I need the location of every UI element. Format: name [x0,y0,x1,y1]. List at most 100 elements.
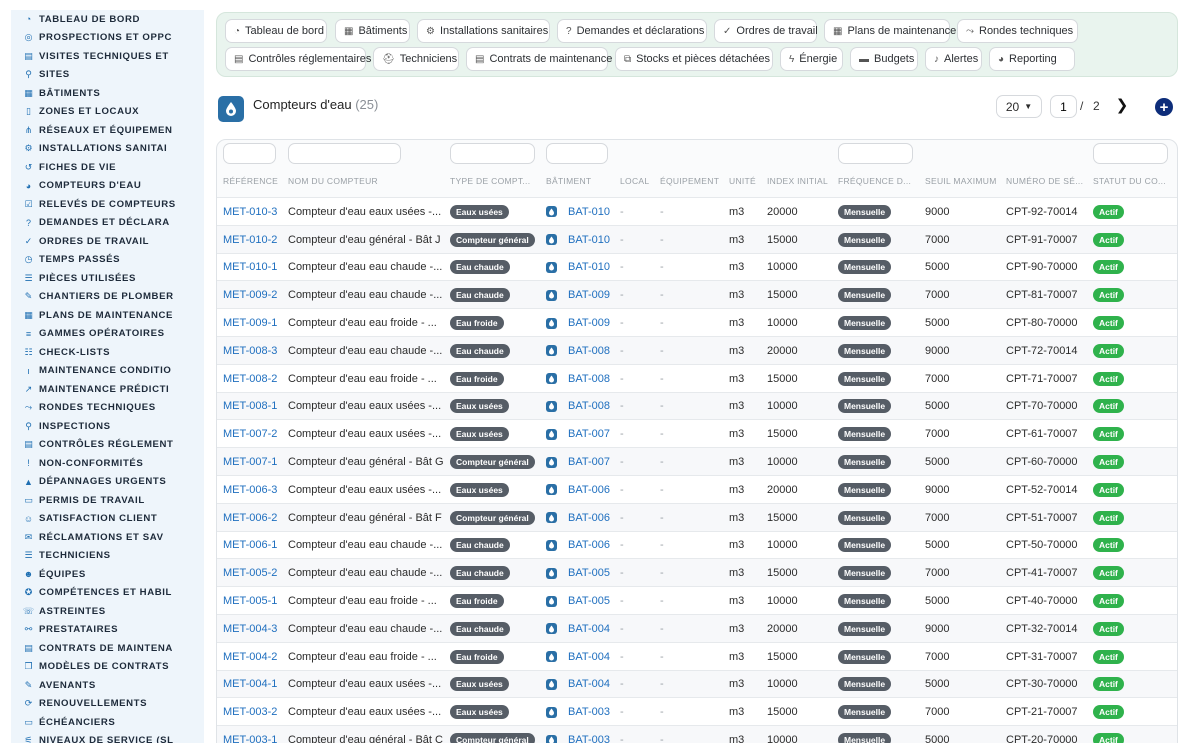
sidebar-item-32[interactable]: ☏ ASTREINTES [11,602,204,621]
column-header[interactable]: NOM DU COMPTEUR [288,176,438,186]
filter-reference[interactable] [223,143,276,164]
page-number-input[interactable] [1050,95,1077,118]
nav-row1-6[interactable]: ⤳ Rondes techniques [957,19,1078,43]
table-row[interactable]: MET-004-2 Compteur d'eau eau froide - ...… [217,641,1177,671]
sidebar-item-21[interactable]: ⤳ RONDES TECHNIQUES [11,399,204,418]
reference-link[interactable]: MET-004-1 [223,671,285,699]
table-row[interactable]: MET-008-2 Compteur d'eau eau froide - ...… [217,363,1177,393]
sidebar-item-10[interactable]: ☑ RELEVÉS DE COMPTEURS [11,195,204,214]
table-row[interactable]: MET-008-3 Compteur d'eau eau chaude -... E… [217,336,1177,365]
reference-link[interactable]: MET-008-2 [223,365,285,393]
table-row[interactable]: MET-005-1 Compteur d'eau eau froide - ...… [217,586,1177,615]
table-row[interactable]: MET-010-1 Compteur d'eau eau chaude -... E… [217,252,1177,281]
nav-row1-1[interactable]: ▦ Bâtiments [335,19,410,43]
sidebar-item-22[interactable]: ⚲ INSPECTIONS [11,417,204,436]
sidebar-item-5[interactable]: ▯ ZONES ET LOCAUX [11,103,204,122]
table-row[interactable]: MET-005-2 Compteur d'eau eau chaude -... E… [217,558,1177,587]
batiment-link[interactable]: BAT-005 [568,587,610,615]
filter-type[interactable] [450,143,535,164]
batiment-link[interactable]: BAT-007 [568,420,610,448]
table-row[interactable]: MET-007-1 Compteur d'eau général - Bât G C… [217,447,1177,476]
reference-link[interactable]: MET-009-1 [223,309,285,337]
add-button[interactable]: + [1155,98,1173,116]
sidebar-item-9[interactable]: ◕ COMPTEURS D'EAU [11,177,204,196]
table-row[interactable]: MET-008-1 Compteur d'eau eaux usées -... E… [217,391,1177,421]
table-row[interactable]: MET-004-1 Compteur d'eau eaux usées -... E… [217,669,1177,699]
next-page-button[interactable]: ❯ [1114,96,1130,114]
batiment-link[interactable]: BAT-009 [568,309,610,337]
sidebar-item-8[interactable]: ↺ FICHES DE VIE [11,158,204,177]
sidebar-item-26[interactable]: ▭ PERMIS DE TRAVAIL [11,491,204,510]
sidebar-item-31[interactable]: ✪ COMPÉTENCES ET HABIL [11,584,204,603]
batiment-link[interactable]: BAT-008 [568,393,610,421]
table-row[interactable]: MET-003-2 Compteur d'eau eaux usées -... E… [217,697,1177,726]
sidebar-item-3[interactable]: ⚲ SITES [11,66,204,85]
column-header[interactable]: LOCAL [620,176,655,186]
reference-link[interactable]: MET-003-1 [223,726,285,743]
sidebar-item-6[interactable]: ⋔ RÉSEAUX ET ÉQUIPEMEN [11,121,204,140]
table-row[interactable]: MET-006-1 Compteur d'eau eau chaude -... E… [217,530,1177,560]
nav-row2-4[interactable]: ϟ Énergie [780,47,843,71]
sidebar-item-20[interactable]: ↗ MAINTENANCE PRÉDICTI [11,380,204,399]
sidebar-item-14[interactable]: ☰ PIÈCES UTILISÉES [11,269,204,288]
sidebar-item-16[interactable]: ▦ PLANS DE MAINTENANCE [11,306,204,325]
reference-link[interactable]: MET-005-1 [223,587,285,615]
filter-statut[interactable] [1093,143,1168,164]
table-row[interactable]: MET-009-2 Compteur d'eau eau chaude -... E… [217,280,1177,309]
column-header[interactable]: NUMÉRO DE SÉ... [1006,176,1086,186]
table-row[interactable]: MET-010-3 Compteur d'eau eaux usées -... E… [217,197,1177,226]
sidebar-item-15[interactable]: ✎ CHANTIERS DE PLOMBER [11,288,204,307]
reference-link[interactable]: MET-007-2 [223,420,285,448]
sidebar-item-7[interactable]: ⚙ INSTALLATIONS SANITAI [11,140,204,159]
nav-row2-7[interactable]: ◕ Reporting [989,47,1075,71]
sidebar-item-30[interactable]: ☻ ÉQUIPES [11,565,204,584]
batiment-link[interactable]: BAT-007 [568,448,610,476]
batiment-link[interactable]: BAT-004 [568,643,610,671]
nav-row2-2[interactable]: ▤ Contrats de maintenance [466,47,612,71]
reference-link[interactable]: MET-004-2 [223,643,285,671]
table-row[interactable]: MET-009-1 Compteur d'eau eau froide - ...… [217,308,1177,337]
per-page-select[interactable]: 20 ▼ [996,95,1042,118]
batiment-link[interactable]: BAT-003 [568,726,610,743]
batiment-link[interactable]: BAT-008 [568,365,610,393]
column-header[interactable]: SEUIL MAXIMUM [925,176,1000,186]
reference-link[interactable]: MET-006-1 [223,532,285,560]
reference-link[interactable]: MET-006-3 [223,476,285,504]
table-row[interactable]: MET-003-1 Compteur d'eau général - Bât C C… [217,725,1177,743]
batiment-link[interactable]: BAT-006 [568,476,610,504]
column-header[interactable]: STATUT DU CO... [1093,176,1173,186]
sidebar-item-18[interactable]: ☷ CHECK-LISTS [11,343,204,362]
reference-link[interactable]: MET-004-3 [223,615,285,643]
sidebar-item-2[interactable]: ▤ VISITES TECHNIQUES ET [11,47,204,66]
filter-frequence[interactable] [838,143,913,164]
sidebar-item-12[interactable]: ✓ ORDRES DE TRAVAIL [11,232,204,251]
nav-row2-3[interactable]: ⧉ Stocks et pièces détachées [615,47,773,71]
filter-name[interactable] [288,143,401,164]
batiment-link[interactable]: BAT-006 [568,504,610,532]
reference-link[interactable]: MET-006-2 [223,504,285,532]
sidebar-item-4[interactable]: ▦ BÂTIMENTS [11,84,204,103]
sidebar-item-25[interactable]: ▲ DÉPANNAGES URGENTS [11,473,204,492]
nav-row2-6[interactable]: ♪ Alertes [925,47,982,71]
nav-row2-0[interactable]: ▤ Contrôles réglementaires [225,47,371,71]
batiment-link[interactable]: BAT-004 [568,671,610,699]
table-row[interactable]: MET-006-2 Compteur d'eau général - Bât F C… [217,502,1177,532]
sidebar-item-24[interactable]: ! NON-CONFORMITÉS [11,454,204,473]
reference-link[interactable]: MET-003-2 [223,698,285,726]
reference-link[interactable]: MET-005-2 [223,559,285,587]
batiment-link[interactable]: BAT-008 [568,337,610,365]
sidebar-item-17[interactable]: ≡ GAMMES OPÉRATOIRES [11,325,204,344]
sidebar-item-23[interactable]: ▤ CONTRÔLES RÉGLEMENT [11,436,204,455]
sidebar-item-1[interactable]: ◎ PROSPECTIONS ET OPPC [11,29,204,48]
nav-row2-1[interactable]: ⛑ Techniciens [373,47,459,71]
sidebar-item-39[interactable]: ⚟ NIVEAUX DE SERVICE (SL [11,732,204,743]
reference-link[interactable]: MET-007-1 [223,448,285,476]
sidebar-item-38[interactable]: ▭ ÉCHÉANCIERS [11,713,204,732]
column-header[interactable]: TYPE DE COMPT... [450,176,538,186]
sidebar-item-27[interactable]: ☺ SATISFACTION CLIENT [11,510,204,529]
sidebar-item-35[interactable]: ❐ MODÈLES DE CONTRATS [11,658,204,677]
column-header[interactable]: UNITÉ [729,176,761,186]
reference-link[interactable]: MET-008-1 [223,393,285,421]
sidebar-item-0[interactable]: ◔ TABLEAU DE BORD [11,10,204,29]
reference-link[interactable]: MET-010-3 [223,198,285,226]
